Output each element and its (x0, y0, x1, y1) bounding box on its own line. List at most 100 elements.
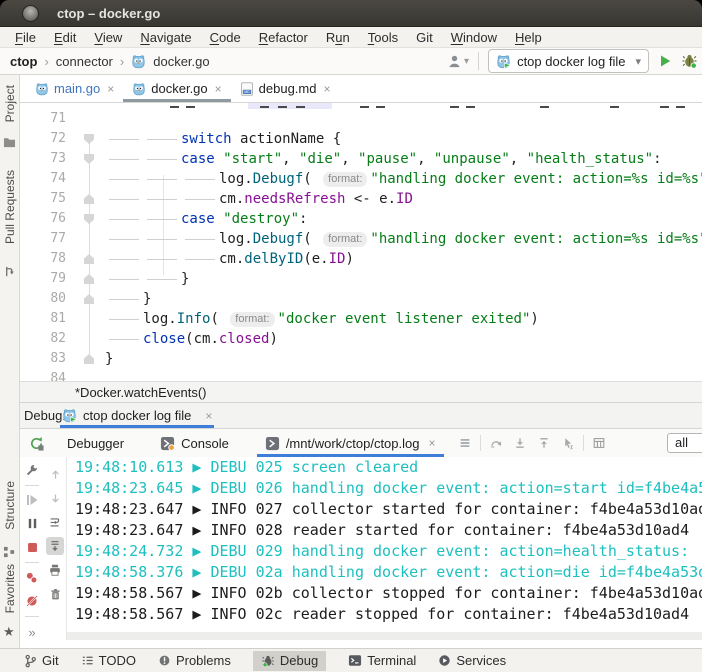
tab-docker-go[interactable]: docker.go × (123, 75, 230, 102)
view-breakpoints-icon[interactable] (23, 569, 41, 587)
menu-edit[interactable]: Edit (45, 30, 85, 45)
select-cursor-icon[interactable] (556, 432, 580, 454)
menu-tools[interactable]: Tools (359, 30, 407, 45)
close-icon[interactable]: × (215, 82, 222, 96)
code-editor[interactable]: 71 72switch actionName { 73case "start",… (20, 103, 702, 381)
move-down-icon[interactable] (508, 432, 532, 454)
jump-over-icon[interactable] (484, 432, 508, 454)
more-actions-icon[interactable]: » (28, 625, 35, 640)
code-line: 77log.Debugf( format:"handling docker ev… (20, 229, 702, 249)
fold-marker-icon[interactable] (84, 354, 94, 364)
up-stack-icon[interactable] (46, 465, 64, 483)
window-control-icon[interactable] (22, 5, 39, 22)
menu-code[interactable]: Code (201, 30, 250, 45)
arrow-icon: ▶ (192, 479, 201, 497)
tab-main-go[interactable]: main.go × (26, 75, 123, 102)
menu-navigate[interactable]: Navigate (131, 30, 200, 45)
mute-breakpoints-icon[interactable] (23, 593, 41, 611)
console-icon (160, 436, 175, 451)
todo-list-icon (81, 654, 94, 667)
resume-icon[interactable] (23, 491, 41, 509)
tab-console[interactable]: Console (149, 429, 240, 457)
down-stack-icon[interactable] (46, 489, 64, 507)
code-line: 83} (20, 349, 702, 369)
tab-log-file[interactable]: /mnt/work/ctop/ctop.log × (254, 429, 447, 457)
arrow-icon: ▶ (192, 605, 201, 623)
horizontal-scrollbar[interactable] (67, 632, 702, 640)
user-account-button[interactable]: ▾ (447, 54, 469, 69)
menu-help[interactable]: Help (506, 30, 551, 45)
fold-marker-icon[interactable] (84, 134, 94, 144)
debug-button[interactable] (681, 53, 698, 69)
tab-debugger[interactable]: Debugger (56, 429, 135, 457)
move-up-icon[interactable] (532, 432, 556, 454)
svg-text:MD: MD (244, 90, 250, 94)
close-icon[interactable]: × (205, 409, 212, 423)
menu-run[interactable]: Run (317, 30, 359, 45)
menu-file[interactable]: File (6, 30, 45, 45)
statusbar-git[interactable]: Git (24, 651, 59, 671)
log-line: 19:48:23.647 ▶ INFO 028 reader started f… (67, 520, 702, 541)
debug-toolbar: Debugger Console /mnt/work/ctop/ctop.log… (20, 429, 702, 457)
sidebar-item-structure[interactable]: Structure (3, 481, 17, 530)
soft-wrap-icon[interactable] (46, 513, 64, 531)
statusbar-debug[interactable]: Debug (253, 651, 326, 671)
debugger-frame-bar: *Docker.watchEvents() (20, 381, 702, 403)
sidebar-item-project[interactable]: Project (3, 85, 17, 122)
scroll-to-end-icon[interactable] (46, 537, 64, 555)
statusbar-todo[interactable]: TODO (81, 651, 136, 671)
breadcrumb-package[interactable]: connector (56, 54, 113, 69)
statusbar-terminal[interactable]: Terminal (348, 651, 416, 671)
run-button[interactable] (658, 54, 672, 68)
code-line: 78cm.delByID(e.ID) (20, 249, 702, 269)
arrow-icon: ▶ (192, 584, 201, 602)
fold-marker-icon[interactable] (84, 194, 94, 204)
code-line: 75cm.needsRefresh <- e.ID (20, 189, 702, 209)
fold-marker-icon[interactable] (84, 254, 94, 264)
tab-debug-md[interactable]: MD debug.md × (231, 75, 340, 102)
menu-refactor[interactable]: Refactor (250, 30, 317, 45)
close-icon[interactable]: × (107, 82, 114, 96)
print-icon[interactable] (46, 561, 64, 579)
close-icon[interactable]: × (323, 82, 330, 96)
menu-window[interactable]: Window (442, 30, 506, 45)
fold-marker-icon[interactable] (84, 274, 94, 284)
sidebar-item-pull-requests[interactable]: Pull Requests (3, 170, 17, 244)
debug-panel-header: Debug: ctop docker log file × (20, 403, 702, 429)
statusbar-problems[interactable]: Problems (158, 651, 231, 671)
sidebar-item-favorites[interactable]: Favorites (3, 564, 17, 613)
settings-wrench-icon[interactable] (23, 461, 41, 479)
arrow-icon: ▶ (192, 563, 201, 581)
stop-icon[interactable] (23, 539, 41, 557)
breadcrumb-file[interactable]: docker.go (153, 54, 209, 69)
console-actions-toolbar (44, 457, 66, 640)
statusbar-services[interactable]: Services (438, 651, 506, 671)
go-run-config-icon (62, 408, 77, 423)
restore-layout-icon[interactable] (587, 432, 611, 454)
menu-view[interactable]: View (85, 30, 131, 45)
git-branch-icon (24, 654, 37, 668)
rerun-icon[interactable] (24, 432, 48, 454)
folder-icon (3, 136, 16, 148)
breadcrumb: ctop › connector › docker.go (10, 48, 210, 74)
ide-window: ctop – docker.go File Edit View Navigate… (0, 0, 702, 672)
log-output[interactable]: 19:48:10.613 ▶ DEBU 025 screen cleared 1… (67, 457, 702, 632)
status-bar: Git TODO Problems Debug Terminal Service… (0, 648, 702, 672)
close-icon[interactable]: × (428, 436, 435, 450)
log-file-icon (265, 436, 280, 451)
go-file-icon (132, 82, 146, 96)
run-config-select[interactable]: ctop docker log file ▾ (488, 49, 649, 73)
pause-icon[interactable] (23, 515, 41, 533)
problems-icon (158, 654, 171, 667)
current-frame-label: *Docker.watchEvents() (75, 383, 207, 402)
breadcrumb-project[interactable]: ctop (10, 54, 37, 69)
log-filter-select[interactable]: all (667, 433, 702, 453)
menu-git[interactable]: Git (407, 30, 442, 45)
fold-marker-icon[interactable] (84, 154, 94, 164)
parameter-hint: format: (230, 312, 274, 327)
debug-panel-body: » 19:48:10.613 ▶ DEBU 025 screen cleared… (20, 457, 702, 640)
fold-marker-icon[interactable] (84, 214, 94, 224)
fold-marker-icon[interactable] (84, 294, 94, 304)
options-menu-icon[interactable] (453, 432, 477, 454)
clear-log-icon[interactable] (46, 585, 64, 603)
